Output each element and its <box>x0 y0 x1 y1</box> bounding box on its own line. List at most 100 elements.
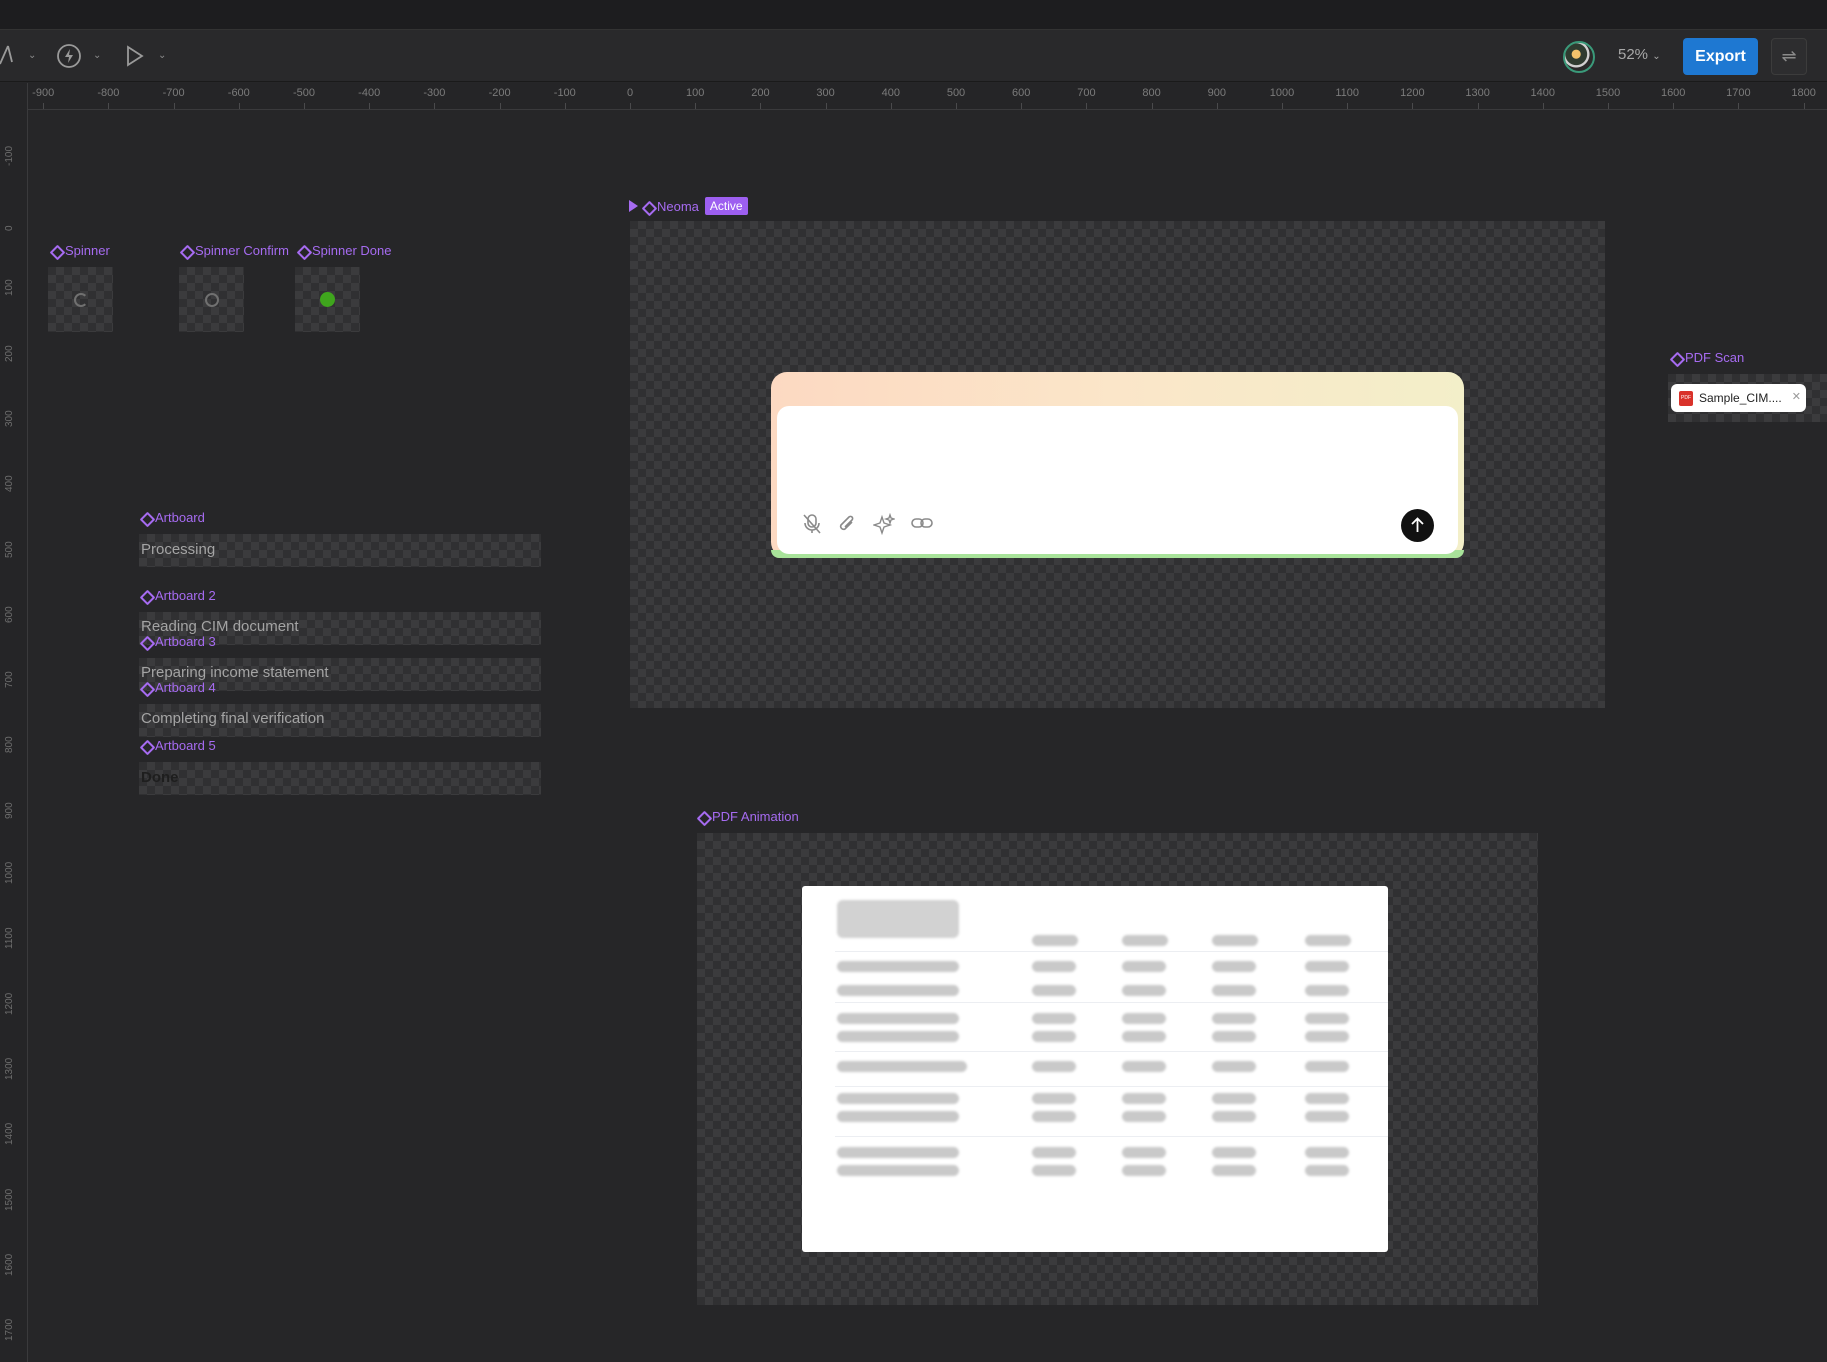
ruler-tick <box>43 103 45 109</box>
ruler-tick <box>238 103 240 109</box>
status-badge: Active <box>704 197 748 215</box>
component-icon <box>1670 352 1681 363</box>
row-label-placeholder <box>837 1147 959 1158</box>
ruler-tick-label: 1000 <box>4 861 15 884</box>
export-button[interactable]: Export <box>1683 38 1758 75</box>
zoom-control[interactable]: 52% ⌄ <box>1618 46 1661 63</box>
component-icon <box>297 245 308 256</box>
ruler-tick-label: 100 <box>4 279 15 297</box>
artboard-1[interactable]: Processing <box>139 534 541 567</box>
processing-text: Processing <box>141 541 216 558</box>
table-row-divider <box>835 1002 1388 1003</box>
frame-label-pdf-animation[interactable]: PDF Animation <box>697 809 799 824</box>
frame-name: Neoma <box>657 198 699 214</box>
ruler-tick-label: 500 <box>4 540 15 558</box>
component-icon <box>140 590 151 601</box>
cell-value-placeholder <box>1032 1165 1076 1176</box>
ruler-tick-label: 1300 <box>4 1057 15 1080</box>
spinner-done-frame[interactable] <box>295 267 360 332</box>
artboard-5[interactable]: Done <box>139 762 541 795</box>
frame-name: Artboard 4 <box>155 680 216 695</box>
ruler-tick <box>304 103 305 109</box>
frame-name: Spinner Confirm <box>195 243 289 258</box>
cell-value-placeholder <box>1032 1031 1076 1042</box>
lightning-icon[interactable] <box>56 43 82 74</box>
preparing-text: Preparing income statement <box>141 664 329 681</box>
swap-icon[interactable]: ⇌ <box>1771 38 1807 75</box>
cell-value-placeholder <box>1305 1111 1349 1122</box>
ruler-tick-label: 700 <box>4 671 15 689</box>
ruler-tick <box>369 103 371 109</box>
table-row-divider <box>835 1136 1388 1137</box>
ruler-tick-label: -700 <box>162 87 185 99</box>
pdf-filename: Sample_CIM.... <box>1699 391 1782 405</box>
ruler-tick-label: 700 <box>1077 87 1096 99</box>
cell-value-placeholder <box>1212 1147 1256 1158</box>
ruler-tick <box>1542 103 1544 109</box>
ruler-tick-label: 1100 <box>1335 87 1360 99</box>
ruler-tick <box>108 103 110 109</box>
ruler-tick-label: 1100 <box>4 927 15 950</box>
cell-value-placeholder <box>1212 1013 1256 1024</box>
ruler-tick <box>956 103 957 109</box>
pen-tool-icon[interactable] <box>0 44 16 71</box>
ruler-tick-label: 1400 <box>4 1122 15 1146</box>
component-icon <box>642 201 653 212</box>
paperclip-icon[interactable] <box>837 513 857 540</box>
sparkle-icon[interactable] <box>871 512 897 540</box>
spinner-confirm-frame[interactable] <box>179 267 244 332</box>
ruler-tick-label: -100 <box>4 145 15 166</box>
frame-name: PDF Animation <box>712 809 799 824</box>
row-label-placeholder <box>837 1013 959 1024</box>
vertical-ruler: -100 0 100 200 300 400 500 600 700 800 900 1000 1100… <box>0 83 28 1362</box>
frame-label-neoma[interactable]: Neoma Active <box>629 197 748 215</box>
ruler-tick-label: 600 <box>1012 87 1031 99</box>
chevron-down-icon[interactable]: ⌄ <box>158 50 166 61</box>
chevron-down-icon[interactable]: ⌄ <box>93 50 101 61</box>
row-label-placeholder <box>837 1165 959 1176</box>
ruler-tick <box>499 103 501 109</box>
ruler-tick-label: 1000 <box>1269 87 1295 99</box>
row-label-placeholder <box>837 1093 959 1104</box>
pdf-document-preview <box>802 886 1388 1252</box>
cell-value-placeholder <box>1032 985 1076 996</box>
ruler-tick-label: 300 <box>816 87 835 99</box>
mic-off-icon[interactable] <box>802 513 822 540</box>
ruler-tick-label: 1500 <box>1595 87 1621 99</box>
frame-label-spinner-confirm[interactable]: Spinner Confirm <box>180 243 289 258</box>
ruler-tick-label: 300 <box>4 410 15 427</box>
row-label-placeholder <box>837 1031 959 1042</box>
artboard-4[interactable]: Completing final verification <box>139 704 541 737</box>
spinner-ring-icon <box>205 293 219 307</box>
play-icon[interactable] <box>629 200 638 212</box>
send-button[interactable] <box>1401 509 1434 542</box>
frame-label-artboard-3[interactable]: Artboard 3 <box>140 634 216 649</box>
ruler-tick <box>1086 103 1088 109</box>
link-icon[interactable] <box>911 515 933 536</box>
component-icon <box>140 740 151 751</box>
ruler-tick-label: 500 <box>946 87 966 99</box>
play-icon[interactable] <box>125 45 145 72</box>
frame-name: Artboard 5 <box>155 738 216 753</box>
spinner-frame[interactable] <box>48 267 113 332</box>
component-icon <box>697 811 708 822</box>
cell-value-placeholder <box>1122 1147 1166 1158</box>
ruler-tick-label: 0 <box>4 225 15 231</box>
frame-label-spinner-done[interactable]: Spinner Done <box>297 243 392 258</box>
close-icon[interactable]: ✕ <box>1792 390 1801 403</box>
ruler-tick-label: -400 <box>358 87 381 99</box>
frame-label-artboard-5[interactable]: Artboard 5 <box>140 738 216 753</box>
frame-label-artboard-2[interactable]: Artboard 2 <box>140 588 216 603</box>
chevron-down-icon[interactable]: ⌄ <box>28 50 36 61</box>
cell-value-placeholder <box>1212 985 1256 996</box>
frame-label-artboard[interactable]: Artboard <box>140 510 205 525</box>
frame-name: Artboard <box>155 510 205 525</box>
cell-value-placeholder <box>1212 1111 1256 1122</box>
ruler-tick <box>1347 103 1349 109</box>
avatar[interactable] <box>1563 41 1595 73</box>
frame-label-pdf-scan[interactable]: PDF Scan <box>1670 350 1744 365</box>
frame-label-spinner[interactable]: Spinner <box>50 243 110 258</box>
frame-label-artboard-4[interactable]: Artboard 4 <box>140 680 216 695</box>
row-label-placeholder <box>837 1061 967 1072</box>
pdf-file-chip[interactable]: PDF Sample_CIM.... ✕ <box>1671 384 1806 412</box>
